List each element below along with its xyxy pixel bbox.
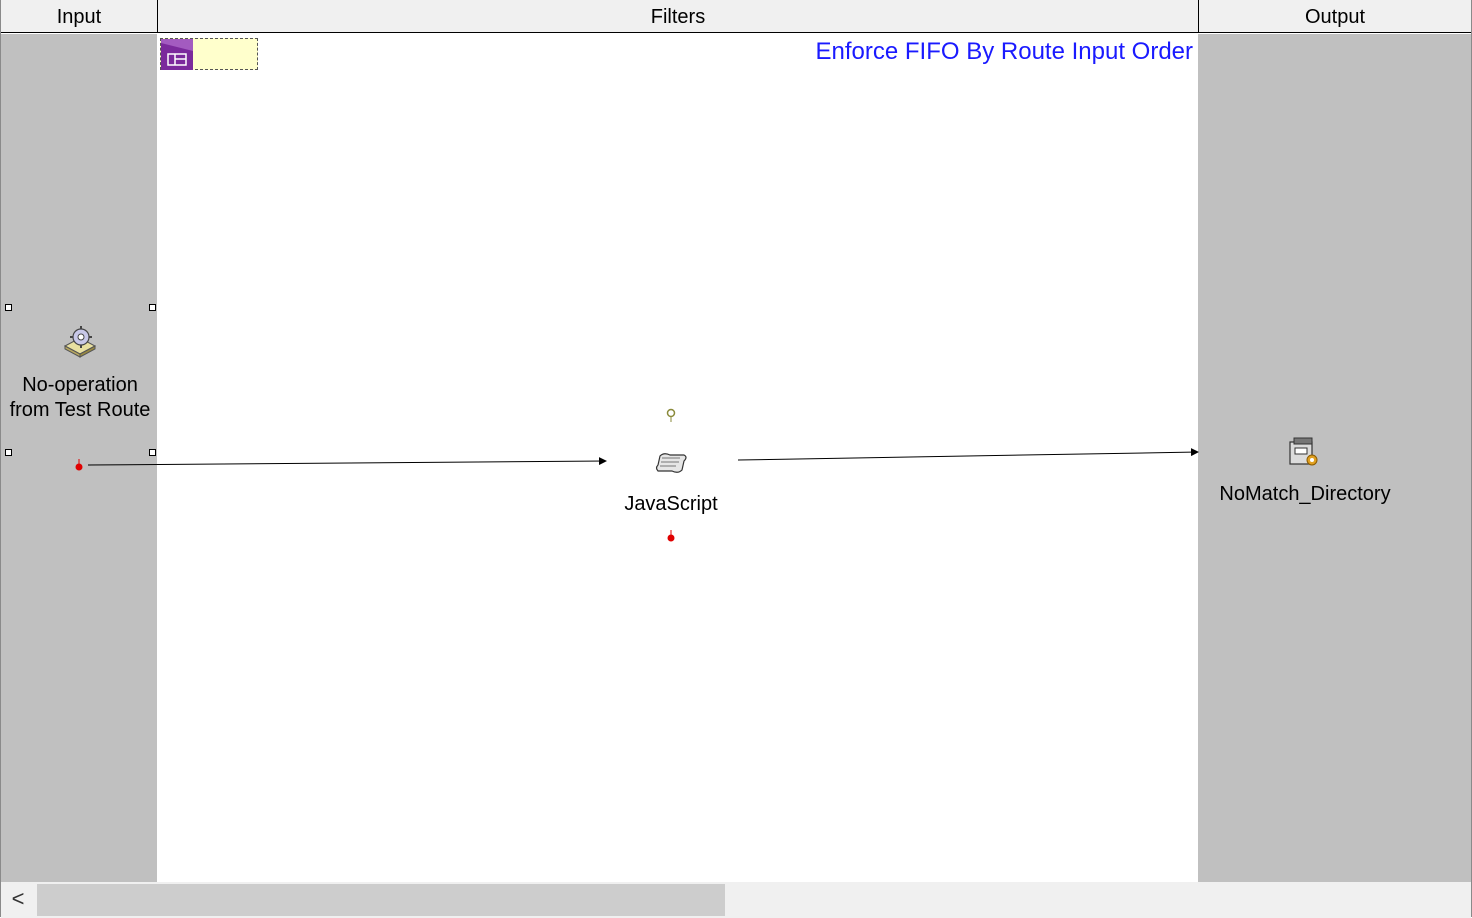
javascript-to-output-connector[interactable]: [737, 448, 1199, 461]
scroll-thumb[interactable]: [37, 884, 725, 916]
input-to-javascript-connector[interactable]: [87, 457, 607, 466]
connector-layer: [75, 408, 1199, 542]
scroll-left-button[interactable]: <: [1, 882, 35, 916]
javascript-error-port[interactable]: [667, 530, 675, 542]
horizontal-scrollbar[interactable]: <: [1, 882, 1471, 918]
javascript-success-port[interactable]: [666, 408, 676, 423]
input-error-port[interactable]: [75, 459, 83, 471]
